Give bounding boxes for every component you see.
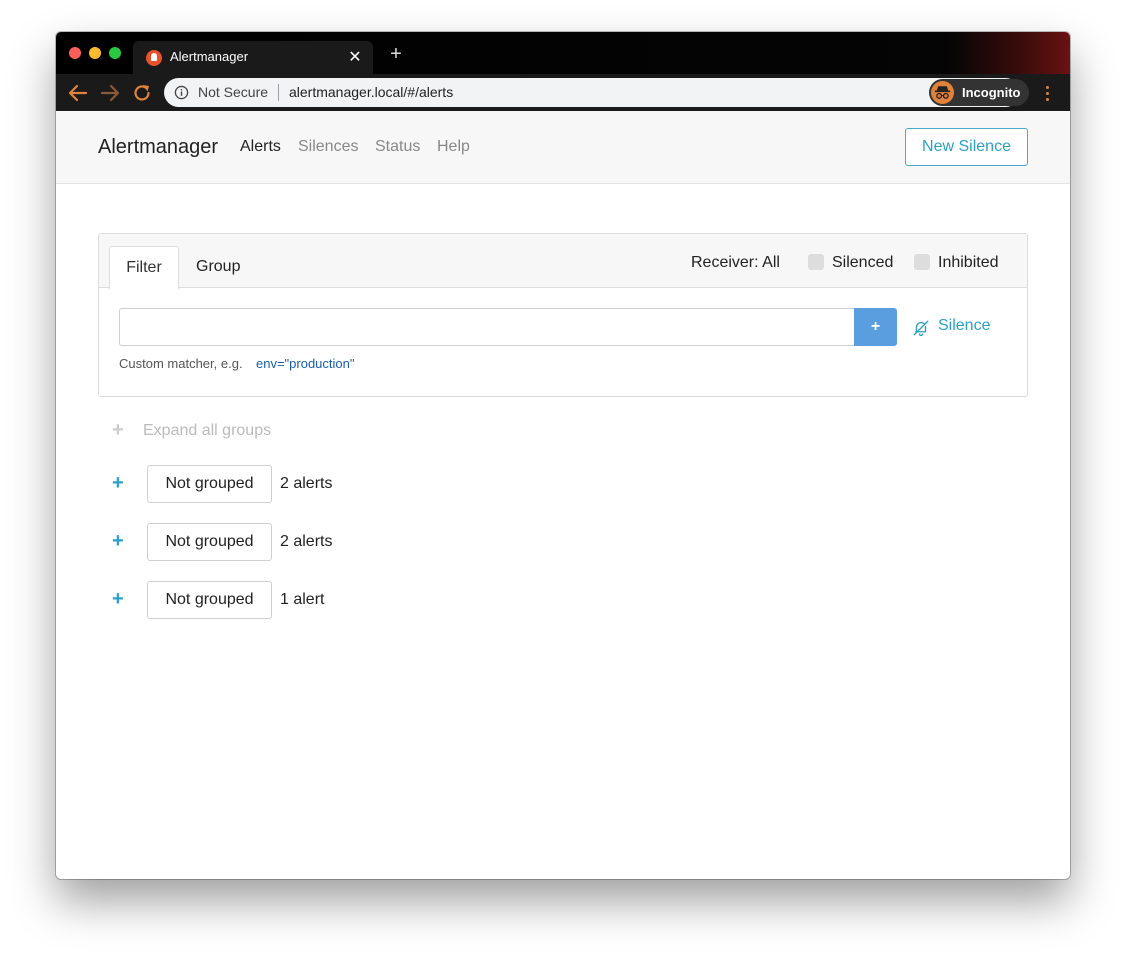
more-vert-icon[interactable] — [1040, 82, 1056, 104]
browser-window: Alertmanager ✕ + Not Secure alertmanager… — [56, 32, 1070, 879]
silenced-checkbox-label[interactable]: Silenced — [832, 254, 893, 272]
inhibited-checkbox[interactable] — [914, 254, 930, 270]
filter-card-header: Filter Group Receiver: All Silenced Inhi… — [99, 234, 1027, 289]
receiver-dropdown[interactable]: Receiver: All — [691, 254, 780, 272]
silenced-checkbox[interactable] — [808, 254, 824, 270]
minimize-window-button[interactable] — [89, 47, 101, 59]
app-navbar: Alertmanager Alerts Silences Status Help… — [56, 111, 1070, 184]
tab-group[interactable]: Group — [196, 246, 240, 289]
title-bar: Alertmanager ✕ + — [56, 32, 1070, 74]
new-tab-button[interactable]: + — [386, 43, 406, 66]
silence-button-label: Silence — [938, 317, 991, 334]
group-label-button[interactable]: Not grouped — [147, 581, 272, 619]
nav-link-status[interactable]: Status — [375, 138, 420, 156]
filter-card: Filter Group Receiver: All Silenced Inhi… — [98, 233, 1028, 397]
filter-input[interactable] — [119, 308, 855, 346]
url-text[interactable]: alertmanager.local/#/alerts — [289, 84, 453, 100]
matcher-hint: Custom matcher, e.g. — [119, 356, 243, 371]
info-icon[interactable] — [174, 85, 189, 100]
alert-group: + Not grouped 1 alert — [112, 581, 512, 619]
arrow-right-icon[interactable] — [98, 81, 122, 105]
incognito-label: Incognito — [962, 85, 1021, 100]
add-matcher-button[interactable]: + — [854, 308, 897, 346]
group-label-button[interactable]: Not grouped — [147, 465, 272, 503]
tab-title: Alertmanager — [170, 49, 249, 64]
expand-all-groups-label: Expand all groups — [143, 422, 272, 439]
nav-link-alerts[interactable]: Alerts — [240, 138, 281, 156]
expand-group-plus-icon[interactable]: + — [112, 531, 124, 551]
nav-link-silences[interactable]: Silences — [298, 138, 358, 156]
tab-filter[interactable]: Filter — [109, 246, 179, 289]
alert-group: + Not grouped 2 alerts — [112, 465, 512, 503]
address-separator — [278, 84, 279, 101]
brand-logo[interactable]: Alertmanager — [98, 136, 218, 159]
address-bar[interactable]: Not Secure alertmanager.local/#/alerts — [164, 78, 1020, 107]
new-silence-button[interactable]: New Silence — [905, 128, 1028, 166]
arrow-left-icon[interactable] — [66, 81, 90, 105]
bell-slash-icon — [912, 319, 930, 337]
expand-group-plus-icon[interactable]: + — [112, 473, 124, 493]
inhibited-checkbox-label[interactable]: Inhibited — [938, 254, 999, 272]
maximize-window-button[interactable] — [109, 47, 121, 59]
tab-close-icon[interactable]: ✕ — [347, 47, 363, 67]
alertmanager-favicon-icon — [146, 50, 162, 66]
incognito-icon — [931, 81, 954, 104]
incognito-profile-button[interactable]: Incognito — [929, 79, 1029, 106]
close-window-button[interactable] — [69, 47, 81, 59]
group-alert-count: 1 alert — [280, 591, 325, 608]
group-alert-count: 2 alerts — [280, 533, 333, 550]
plus-icon: + — [112, 419, 124, 441]
group-alert-count: 2 alerts — [280, 475, 333, 492]
browser-tab[interactable]: Alertmanager ✕ — [133, 41, 373, 74]
browser-toolbar: Not Secure alertmanager.local/#/alerts I — [56, 74, 1070, 111]
group-label-button[interactable]: Not grouped — [147, 523, 272, 561]
matcher-example-link[interactable]: env="production" — [256, 356, 355, 371]
expand-group-plus-icon[interactable]: + — [112, 589, 124, 609]
nav-link-help[interactable]: Help — [437, 138, 470, 156]
alert-group: + Not grouped 2 alerts — [112, 523, 512, 561]
security-status: Not Secure — [198, 84, 269, 100]
reload-icon[interactable] — [130, 81, 154, 105]
